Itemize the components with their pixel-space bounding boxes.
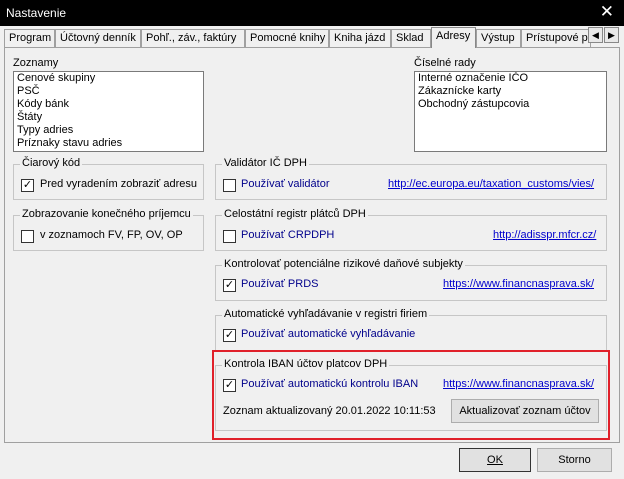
list-item[interactable]: Príznaky stavu adries (14, 137, 203, 150)
update-accounts-button[interactable]: Aktualizovať zoznam účtov (451, 399, 599, 423)
ciarovy-kod-checkbox-label[interactable]: Pred vyradením zobraziť adresu (40, 178, 197, 190)
tab-scroll-arrows: ◀ ▶ (588, 27, 620, 43)
group-title: Čiarový kód (20, 157, 83, 169)
list-item[interactable]: PSČ (14, 85, 203, 98)
list-item[interactable]: Obchodný zástupcovia (415, 98, 606, 111)
ciselne-rady-label: Číselné rady (414, 57, 476, 69)
group-title: Celostátní registr plátců DPH (222, 208, 368, 220)
auto-search-checkbox-label[interactable]: Používať automatické vyhľadávanie (241, 328, 415, 340)
validator-checkbox-label[interactable]: Používať validátor (241, 178, 330, 190)
iban-checkbox-label[interactable]: Používať automatickú kontrolu IBAN (241, 378, 418, 390)
tab-vystup[interactable]: Výstup (476, 29, 521, 47)
auto-search-group: Automatické vyhľadávanie v registri firi… (215, 308, 607, 351)
validator-checkbox[interactable] (223, 179, 236, 192)
tab-adresy[interactable]: Adresy (431, 27, 476, 48)
ciarovy-kod-group: Čiarový kód ✓ Pred vyradením zobraziť ad… (13, 157, 204, 200)
crpdph-checkbox-label[interactable]: Používať CRPDPH (241, 229, 334, 241)
iban-checkbox[interactable]: ✓ (223, 379, 236, 392)
group-title: Validátor IČ DPH (222, 157, 309, 169)
group-title: Zobrazovanie konečného príjemcu (20, 208, 193, 220)
validator-group: Validátor IČ DPH Používať validátor http… (215, 157, 607, 200)
tab-scroll-left-icon[interactable]: ◀ (588, 27, 603, 43)
tab-sklad[interactable]: Sklad (391, 29, 431, 47)
celostatni-registr-group: Celostátní registr plátců DPH Používať C… (215, 208, 607, 251)
prds-group: Kontrolovať potenciálne rizikové daňové … (215, 258, 607, 301)
vies-link[interactable]: http://ec.europa.eu/taxation_customs/vie… (388, 178, 594, 190)
prds-checkbox-label[interactable]: Používať PRDS (241, 278, 319, 290)
zoznamy-listbox[interactable]: Cenové skupiny PSČ Kódy bánk Štáty Typy … (13, 71, 204, 152)
crpdph-checkbox[interactable] (223, 230, 236, 243)
tab-kniha-jazd[interactable]: Kniha jázd (329, 29, 391, 47)
tab-pomocne-knihy[interactable]: Pomocné knihy (245, 29, 329, 47)
ciselne-rady-listbox[interactable]: Interné označenie IČO Zákaznícke karty O… (414, 71, 607, 152)
list-item[interactable]: Štáty (14, 111, 203, 124)
iban-group: Kontrola IBAN účtov platcov DPH ✓ Použív… (215, 358, 607, 431)
list-item[interactable]: Cenové skupiny (14, 72, 203, 85)
tab-program[interactable]: Program (4, 29, 55, 47)
konecny-prijemca-checkbox-label[interactable]: v zoznamoch FV, FP, OV, OP (40, 229, 183, 241)
konecny-prijemca-group: Zobrazovanie konečného príjemcu v zoznam… (13, 208, 204, 251)
zoznamy-label: Zoznamy (13, 57, 59, 69)
window-title: Nastavenie (6, 6, 67, 20)
ciarovy-kod-checkbox[interactable]: ✓ (21, 179, 34, 192)
group-title: Automatické vyhľadávanie v registri firi… (222, 308, 430, 320)
tab-scroll-right-icon[interactable]: ▶ (604, 27, 619, 43)
cancel-button[interactable]: Storno (537, 448, 612, 472)
tab-uctovny-dennik[interactable]: Účtovný denník (55, 29, 141, 47)
ok-button[interactable]: OK (459, 448, 531, 472)
iban-financnasprava-link[interactable]: https://www.financnasprava.sk/ (443, 378, 594, 390)
close-icon[interactable]: ✕ (600, 2, 614, 22)
adisspr-link[interactable]: http://adisspr.mfcr.cz/ (493, 229, 596, 241)
group-title: Kontrolovať potenciálne rizikové daňové … (222, 258, 465, 270)
tab-pohladavky[interactable]: Pohľ., záv., faktúry (141, 29, 245, 47)
list-item[interactable]: Kódy bánk (14, 98, 203, 111)
ok-button-label: OK (487, 454, 503, 466)
title-bar: Nastavenie ✕ (0, 0, 624, 26)
konecny-prijemca-checkbox[interactable] (21, 230, 34, 243)
list-item[interactable]: Zákaznícke karty (415, 85, 606, 98)
prds-checkbox[interactable]: ✓ (223, 279, 236, 292)
list-item[interactable]: Interné označenie IČO (415, 72, 606, 85)
list-item[interactable]: Typy adries (14, 124, 203, 137)
group-title: Kontrola IBAN účtov platcov DPH (222, 358, 390, 370)
auto-search-checkbox[interactable]: ✓ (223, 329, 236, 342)
tab-pristupove-prava[interactable]: Prístupové pr (521, 29, 591, 47)
iban-updated-text: Zoznam aktualizovaný 20.01.2022 10:11:53 (223, 405, 436, 417)
financnasprava-link[interactable]: https://www.financnasprava.sk/ (443, 278, 594, 290)
